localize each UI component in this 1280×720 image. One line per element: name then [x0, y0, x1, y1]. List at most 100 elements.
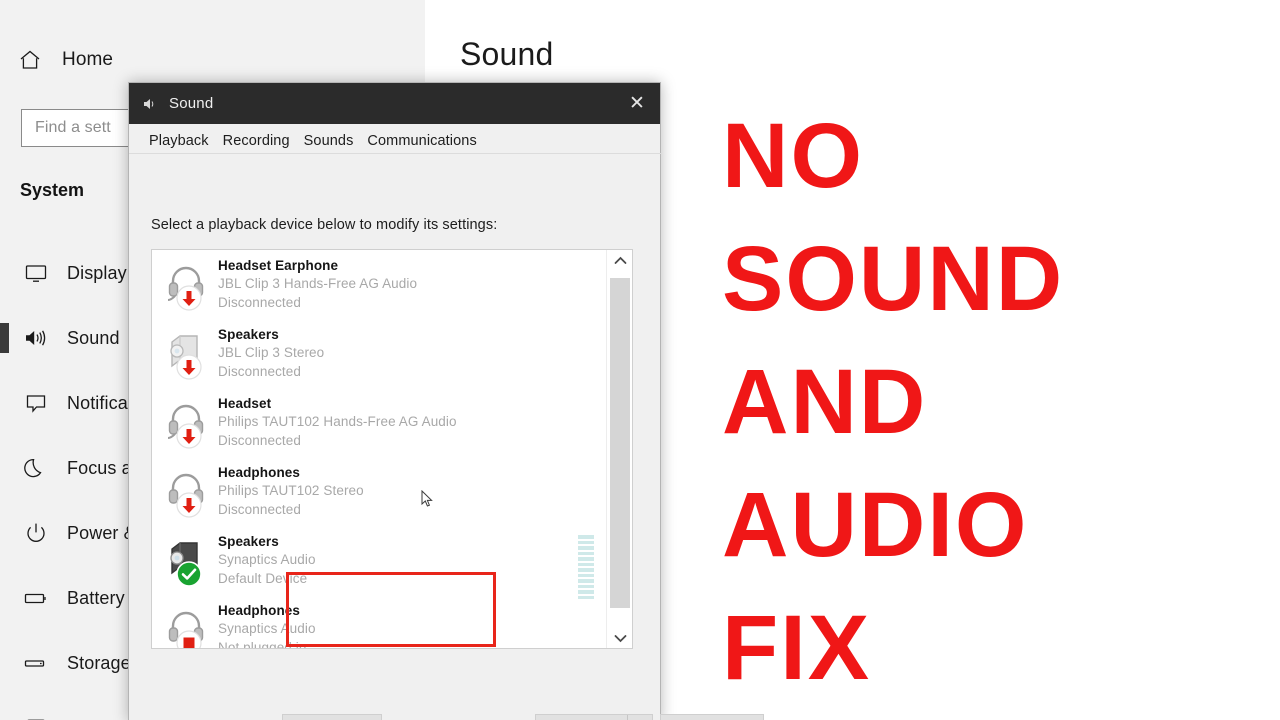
sidebar-home-label: Home [62, 49, 114, 70]
tab-recording[interactable]: Recording [216, 133, 297, 153]
device-description: JBL Clip 3 Stereo [218, 345, 325, 360]
sidebar-item-label: Focus a [67, 457, 132, 478]
device-text: Headphones Synaptics Audio Not plugged i… [218, 602, 316, 648]
promo-line: FIX [722, 597, 872, 699]
tab-playback[interactable]: Playback [142, 133, 216, 153]
promo-line: AUDIO [722, 474, 1029, 576]
promo-text-block: NO SOUND AND AUDIO FIX [722, 95, 1262, 710]
moon-icon [18, 456, 54, 480]
device-description: JBL Clip 3 Hands-Free AG Audio [218, 276, 418, 291]
device-name: Headset [218, 396, 272, 411]
meter-segment [578, 579, 594, 583]
set-default-label: Set Default [536, 715, 627, 720]
speaker-icon [18, 326, 54, 350]
meter-segment [578, 590, 594, 594]
device-status: Disconnected [218, 364, 301, 379]
battery-icon [18, 586, 54, 610]
red-down-arrow-badge [176, 422, 202, 449]
device-text: Headphones Philips TAUT102 Stereo Discon… [218, 464, 364, 519]
scroll-down-icon[interactable] [607, 628, 632, 648]
device-name: Headset Earphone [218, 258, 339, 273]
close-icon[interactable]: ✕ [614, 83, 660, 124]
table-row[interactable]: Speakers JBL Clip 3 Stereo Disconnected [152, 319, 607, 388]
meter-segment [578, 595, 594, 599]
playback-device-list[interactable]: Headset Earphone JBL Clip 3 Hands-Free A… [151, 249, 633, 649]
meter-segment [578, 568, 594, 572]
search-placeholder: Find a sett [35, 119, 111, 136]
device-description: Philips TAUT102 Stereo [218, 483, 364, 498]
red-square-badge [176, 629, 202, 648]
green-check-badge [176, 560, 202, 587]
device-text: Speakers JBL Clip 3 Stereo Disconnected [218, 326, 324, 381]
device-icon-wrap [162, 326, 214, 382]
tab-sounds[interactable]: Sounds [297, 133, 361, 153]
chevron-down-icon[interactable] [627, 715, 652, 720]
selection-indicator [0, 323, 9, 353]
device-status: Disconnected [218, 502, 301, 517]
settings-page-title: Sound [460, 36, 554, 72]
device-name: Headphones [218, 465, 301, 480]
sidebar-item-label: Sound [67, 327, 120, 348]
device-list-scrollarea: Headset Earphone JBL Clip 3 Hands-Free A… [152, 250, 607, 648]
dialog-titlebar[interactable]: Sound ✕ [129, 83, 660, 124]
device-icon-wrap [162, 464, 214, 520]
red-down-arrow-badge [176, 353, 202, 380]
promo-line: SOUND [722, 228, 1065, 330]
sidebar-section-title: System [20, 180, 85, 200]
sound-dialog: Sound ✕ Playback Recording Sounds Commun… [128, 82, 764, 720]
meter-segment [578, 551, 594, 555]
meter-segment [578, 562, 594, 566]
device-name: Headphones [218, 603, 301, 618]
sidebar-item-label: Display [67, 262, 127, 283]
volume-level-meter [578, 535, 594, 599]
sidebar-item-home[interactable]: Home [18, 48, 113, 72]
sidebar-item-label: Notifica [67, 392, 128, 413]
red-down-arrow-badge [176, 284, 202, 311]
configure-button[interactable]: Configure [282, 714, 382, 720]
home-icon [18, 48, 42, 72]
set-default-button[interactable]: Set Default [535, 714, 653, 720]
device-description: Synaptics Audio [218, 621, 316, 636]
meter-segment [578, 557, 594, 561]
promo-line: AND [722, 351, 928, 453]
meter-segment [578, 535, 594, 539]
table-row[interactable]: Headphones Philips TAUT102 Stereo Discon… [152, 457, 607, 526]
list-scrollbar[interactable] [606, 250, 632, 648]
device-name: Speakers [218, 534, 279, 549]
meter-segment [578, 584, 594, 588]
scrollbar-track[interactable] [607, 270, 632, 628]
sidebar-item-label: Battery [67, 587, 125, 608]
screenshot-root: Sound Home Find a sett System Display So… [0, 0, 1280, 720]
device-icon-wrap [162, 257, 214, 313]
power-icon [18, 521, 54, 545]
meter-segment [578, 540, 594, 544]
table-row[interactable]: Headset Philips TAUT102 Hands-Free AG Au… [152, 388, 607, 457]
tablet-icon [18, 716, 54, 720]
device-description: Philips TAUT102 Hands-Free AG Audio [218, 414, 457, 429]
device-text: Speakers Synaptics Audio Default Device [218, 533, 316, 588]
device-icon-wrap [162, 602, 214, 648]
device-text: Headset Earphone JBL Clip 3 Hands-Free A… [218, 257, 417, 312]
dialog-title: Sound [169, 95, 214, 112]
scrollbar-thumb[interactable] [610, 278, 630, 608]
device-status: Default Device [218, 571, 308, 586]
device-status: Disconnected [218, 295, 301, 310]
notification-icon [18, 391, 54, 415]
table-row[interactable]: Headset Earphone JBL Clip 3 Hands-Free A… [152, 250, 607, 319]
promo-line: NO [722, 105, 864, 207]
device-icon-wrap [162, 533, 214, 589]
table-row-default-device[interactable]: Speakers Synaptics Audio Default Device [152, 526, 607, 595]
playback-hint-text: Select a playback device below to modify… [151, 217, 498, 233]
meter-segment [578, 546, 594, 550]
scroll-up-icon[interactable] [607, 250, 632, 270]
mouse-cursor [421, 489, 433, 513]
device-description: Synaptics Audio [218, 552, 316, 567]
tab-communications[interactable]: Communications [360, 133, 483, 153]
meter-segment [578, 573, 594, 577]
speaker-icon [141, 95, 159, 113]
sidebar-item-label: Storage [67, 652, 131, 673]
table-row[interactable]: Headphones Synaptics Audio Not plugged i… [152, 595, 607, 648]
device-status: Disconnected [218, 433, 301, 448]
properties-button[interactable]: Properties [660, 714, 764, 720]
device-icon-wrap [162, 395, 214, 451]
